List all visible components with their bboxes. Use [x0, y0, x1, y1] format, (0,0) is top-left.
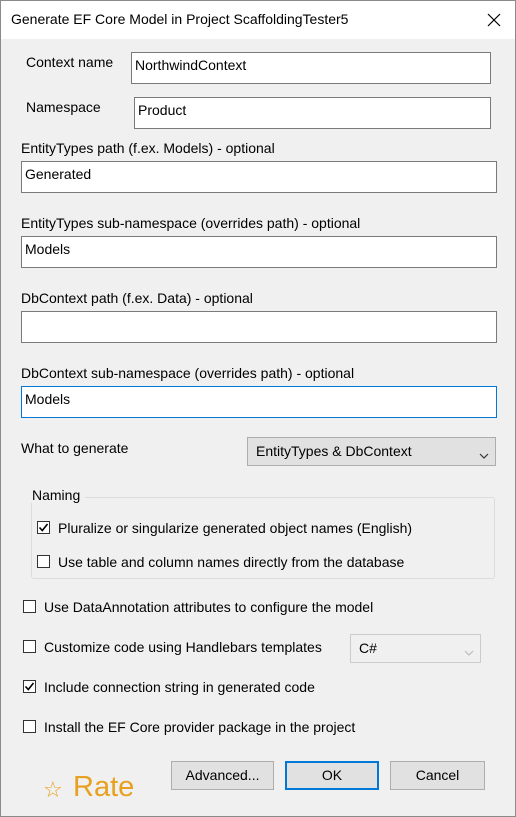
connection-string-checkbox[interactable] — [23, 680, 36, 693]
chevron-down-icon — [464, 644, 474, 656]
dbcontext-path-label: DbContext path (f.ex. Data) - optional — [21, 290, 253, 306]
pluralize-label[interactable]: Pluralize or singularize generated objec… — [58, 520, 412, 536]
entitytypes-subnamespace-label: EntityTypes sub-namespace (overrides pat… — [21, 215, 361, 231]
dialog-window: Generate EF Core Model in Project Scaffo… — [0, 0, 516, 817]
use-db-names-checkbox[interactable] — [37, 555, 50, 568]
data-annotations-label[interactable]: Use DataAnnotation attributes to configu… — [44, 599, 373, 615]
entitytypes-subnamespace-input[interactable]: Models — [21, 236, 497, 268]
star-icon: ☆ — [43, 777, 63, 802]
title-bar: Generate EF Core Model in Project Scaffo… — [1, 1, 515, 39]
handlebars-label[interactable]: Customize code using Handlebars template… — [44, 639, 322, 655]
template-language-value: C# — [359, 640, 377, 656]
context-name-input[interactable]: NorthwindContext — [131, 52, 491, 84]
rate-label: Rate — [73, 771, 135, 803]
pluralize-checkbox[interactable] — [37, 521, 50, 534]
close-icon[interactable] — [479, 5, 509, 35]
dbcontext-subnamespace-input[interactable]: Models — [21, 386, 497, 418]
namespace-label: Namespace — [26, 99, 101, 115]
what-to-generate-label: What to generate — [21, 440, 129, 456]
install-provider-checkbox[interactable] — [23, 720, 36, 733]
entitytypes-path-input[interactable]: Generated — [21, 161, 497, 193]
checkmark-icon — [24, 682, 35, 691]
template-language-select[interactable]: C# — [350, 634, 481, 663]
context-name-label: Context name — [26, 54, 114, 70]
chevron-down-icon — [479, 447, 489, 459]
data-annotations-checkbox[interactable] — [23, 600, 36, 613]
window-title: Generate EF Core Model in Project Scaffo… — [11, 11, 349, 27]
advanced-button[interactable]: Advanced... — [171, 761, 274, 790]
namespace-input[interactable]: Product — [134, 97, 491, 129]
what-to-generate-value: EntityTypes & DbContext — [256, 443, 412, 459]
entitytypes-path-label: EntityTypes path (f.ex. Models) - option… — [21, 140, 275, 156]
connection-string-label[interactable]: Include connection string in generated c… — [44, 679, 315, 695]
what-to-generate-select[interactable]: EntityTypes & DbContext — [247, 437, 496, 466]
naming-group-label: Naming — [27, 487, 86, 503]
cancel-button[interactable]: Cancel — [390, 761, 485, 790]
dbcontext-path-input[interactable] — [21, 311, 497, 343]
handlebars-checkbox[interactable] — [23, 640, 36, 653]
dbcontext-subnamespace-label: DbContext sub-namespace (overrides path)… — [21, 365, 355, 381]
checkmark-icon — [38, 523, 49, 532]
install-provider-label[interactable]: Install the EF Core provider package in … — [44, 719, 355, 735]
use-db-names-label[interactable]: Use table and column names directly from… — [58, 554, 404, 570]
ok-button[interactable]: OK — [285, 761, 379, 790]
